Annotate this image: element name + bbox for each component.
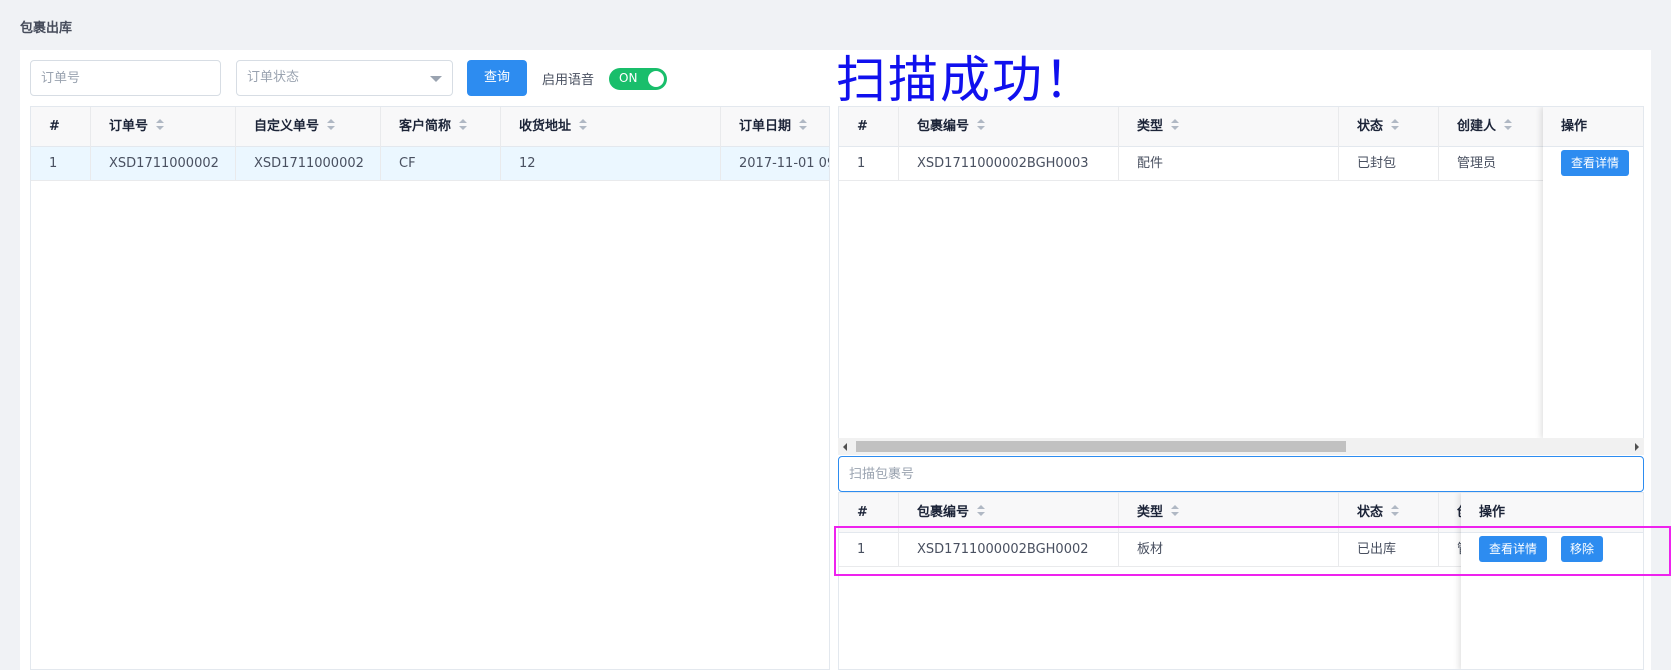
scanned-packages-table: # 包裹编号 类型 状态 创 1 XSD1711000002BGH0002 板材… — [838, 492, 1644, 670]
sort-icon — [1504, 118, 1513, 131]
scan-success-message: 扫描成功！ — [836, 51, 1096, 109]
sort-icon — [1391, 504, 1400, 517]
packages-table-header: # 包裹编号 类型 状态 创建人 — [839, 107, 1643, 147]
scan-package-input[interactable] — [838, 456, 1644, 492]
horizontal-scrollbar[interactable] — [838, 438, 1644, 455]
cell-customer: CF — [381, 147, 501, 181]
cell-creator: 管理员 — [1439, 147, 1549, 181]
packages-table: # 包裹编号 类型 状态 创建人 1 XSD1711000002BGH0003 … — [838, 106, 1644, 438]
col-header-actions: 操作 — [1543, 107, 1643, 147]
query-button[interactable]: 查询 — [467, 60, 527, 96]
scanned-action-column: 操作 查看详情 移除 — [1461, 493, 1643, 669]
scroll-right-icon[interactable] — [1635, 443, 1639, 451]
orders-table: # 订单号 自定义单号 客户简称 收货地址 订单日期 1 XSD17110000… — [30, 106, 830, 670]
col-header-index: # — [839, 107, 899, 147]
col-header-custom-no[interactable]: 自定义单号 — [236, 107, 381, 147]
chevron-down-icon — [430, 76, 442, 82]
voice-toggle-text: ON — [619, 71, 638, 85]
page-title: 包裹出库 — [20, 21, 73, 36]
sort-icon — [327, 118, 336, 131]
order-status-placeholder: 订单状态 — [247, 70, 300, 85]
col-header-address[interactable]: 收货地址 — [501, 107, 721, 147]
cell-order-date: 2017-11-01 09: — [739, 156, 830, 171]
col-header-package-code[interactable]: 包裹编号 — [899, 107, 1119, 147]
scrollbar-thumb[interactable] — [856, 441, 1346, 452]
col-header-status[interactable]: 状态 — [1339, 107, 1439, 147]
order-status-select[interactable]: 订单状态 — [236, 60, 453, 96]
orders-table-header: # 订单号 自定义单号 客户简称 收货地址 订单日期 — [31, 107, 829, 147]
scroll-left-icon[interactable] — [843, 443, 847, 451]
cell-order-no: XSD1711000002 — [91, 147, 236, 181]
sort-icon — [156, 118, 165, 131]
cell-status: 已封包 — [1339, 147, 1439, 181]
col-header-type[interactable]: 类型 — [1119, 107, 1339, 147]
sort-icon — [459, 118, 468, 131]
cell-index: 1 — [31, 147, 91, 181]
sort-icon — [977, 504, 986, 517]
col-header-customer[interactable]: 客户简称 — [381, 107, 501, 147]
col-header-index: # — [31, 107, 91, 147]
cell-address: 12 — [501, 147, 721, 181]
sort-icon — [1171, 504, 1180, 517]
cell-index: 1 — [839, 147, 899, 181]
sort-icon — [579, 118, 588, 131]
col-header-order-date[interactable]: 订单日期 — [721, 107, 829, 147]
table-row[interactable]: 1 XSD1711000002 XSD1711000002 CF 12 2017… — [31, 147, 829, 181]
voice-label: 启用语音 — [542, 73, 595, 88]
sort-icon — [1171, 118, 1180, 131]
cell-type: 配件 — [1119, 147, 1339, 181]
sort-icon — [799, 118, 808, 131]
col-header-order-no[interactable]: 订单号 — [91, 107, 236, 147]
voice-toggle[interactable]: ON — [609, 68, 667, 90]
packages-action-column: 操作 查看详情 — [1543, 107, 1643, 438]
table-row[interactable]: 1 XSD1711000002BGH0003 配件 已封包 管理员 — [839, 147, 1643, 181]
order-no-input[interactable] — [30, 60, 221, 96]
cell-custom-no: XSD1711000002 — [236, 147, 381, 181]
col-header-creator[interactable]: 创建人 — [1439, 107, 1549, 147]
highlight-box — [834, 526, 1671, 576]
sort-icon — [977, 118, 986, 131]
toggle-knob — [648, 71, 664, 87]
cell-package-code: XSD1711000002BGH0003 — [899, 147, 1119, 181]
sort-icon — [1391, 118, 1400, 131]
view-detail-button[interactable]: 查看详情 — [1561, 150, 1629, 176]
